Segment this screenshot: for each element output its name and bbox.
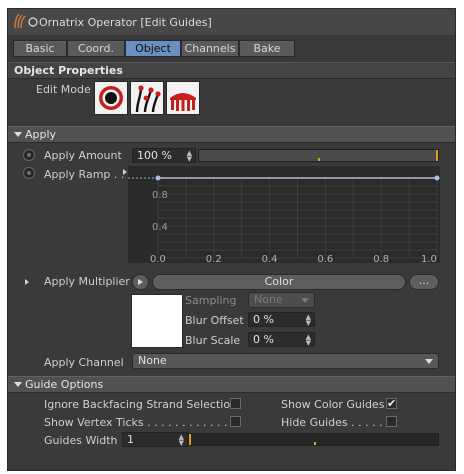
spinner-arrows-icon[interactable]: ▲ ▼	[179, 434, 184, 447]
play-icon	[138, 279, 143, 285]
apply-amount-slider[interactable]	[198, 149, 439, 162]
apply-ramp-label: Apply Ramp . .	[44, 168, 125, 181]
chevron-down-icon	[425, 359, 433, 364]
ramp-x-tick-label: 0.4	[262, 254, 278, 263]
apply-multiplier-label: Apply Multiplier	[44, 275, 130, 288]
window-title: Ornatrix Operator [Edit Guides]	[39, 16, 212, 29]
slider-handle[interactable]	[436, 150, 438, 161]
hide-guides-checkbox[interactable]	[386, 416, 397, 427]
sampling-label: Sampling	[185, 294, 237, 307]
edit-mode-label: Edit Mode	[36, 83, 91, 96]
slider-tick-marker	[318, 158, 320, 161]
tab-bake[interactable]: Bake	[239, 40, 295, 57]
guides-width-label: Guides Width	[44, 434, 118, 447]
blur-offset-value: 0 %	[253, 313, 274, 326]
apply-channel-dropdown[interactable]: None	[132, 353, 439, 369]
ramp-y-tick-label: 0.8	[152, 190, 168, 201]
spinner-arrows-icon[interactable]: ▲ ▼	[187, 150, 192, 163]
title-bar: Ornatrix Operator [Edit Guides]	[8, 9, 455, 35]
blur-offset-field[interactable]: 0 % ▲ ▼	[248, 312, 315, 327]
comb-icon	[170, 93, 196, 111]
show-vertex-ticks-label: Show Vertex Ticks . . . . . . . . . . . …	[44, 416, 234, 429]
ornatrix-logo-icon	[14, 13, 26, 29]
ramp-expand-arrow-icon[interactable]	[123, 169, 127, 175]
guides-width-slider[interactable]	[188, 433, 439, 446]
ramp-x-tick-label: 1.0	[421, 254, 437, 263]
edit-mode-strand-button[interactable]	[130, 81, 164, 115]
checkmark-icon: ✔	[387, 397, 397, 410]
multiplier-expand-arrow-icon[interactable]	[25, 279, 29, 285]
ramp-x-tick-label: 0.8	[373, 254, 389, 263]
collapse-triangle-icon	[14, 132, 22, 137]
ramp-x-tick-label: 0.0	[150, 254, 166, 263]
apply-channel-label: Apply Channel	[44, 356, 124, 369]
ramp-knot-point	[155, 175, 161, 181]
sampling-value: None	[254, 293, 283, 306]
ornatrix-operator-window: Ornatrix Operator [Edit Guides] Basic Co…	[7, 8, 456, 471]
multiplier-more-button[interactable]: ...	[409, 274, 439, 290]
blur-scale-label: Blur Scale	[185, 334, 241, 347]
edit-mode-comb-button[interactable]	[166, 81, 200, 115]
show-vertex-ticks-checkbox[interactable]	[230, 416, 241, 427]
hide-guides-label: Hide Guides . . . . .	[281, 416, 383, 429]
apply-section-title: Apply	[25, 128, 57, 141]
spinner-arrows-icon[interactable]: ▲ ▼	[306, 314, 311, 327]
show-color-guides-label: Show Color Guides	[281, 398, 385, 411]
circle-icon	[28, 17, 38, 27]
object-properties-title: Object Properties	[14, 64, 123, 77]
object-properties-header: Object Properties	[8, 62, 455, 79]
apply-section-header[interactable]: Apply	[8, 126, 455, 143]
spinner-arrows-icon[interactable]: ▲ ▼	[306, 334, 311, 347]
tab-basic[interactable]: Basic	[13, 40, 67, 57]
apply-amount-value: 100 %	[137, 149, 172, 162]
guides-width-field[interactable]: 1 ▲ ▼	[122, 432, 188, 447]
apply-amount-animate-button[interactable]	[23, 149, 35, 161]
tab-channels[interactable]: Channels	[181, 40, 239, 57]
ignore-backfacing-label: Ignore Backfacing Strand Selection	[44, 398, 238, 411]
ramp-y-tick-label: 0.4	[152, 222, 168, 233]
apply-ramp-graph[interactable]: 0.8 0.4 0.0 0.2 0.4 0.6 0.8 1.0	[128, 166, 440, 263]
guide-options-title: Guide Options	[25, 378, 104, 391]
ramp-knot-point	[434, 175, 440, 181]
sampling-dropdown[interactable]: None	[248, 292, 315, 308]
tab-coord[interactable]: Coord.	[67, 40, 125, 57]
multiplier-color-button[interactable]: Color	[152, 274, 406, 290]
show-color-guides-checkbox[interactable]: ✔	[386, 398, 397, 409]
tab-object[interactable]: Object	[125, 40, 181, 57]
guide-options-header[interactable]: Guide Options	[8, 376, 455, 393]
slider-handle[interactable]	[189, 434, 191, 445]
blur-scale-value: 0 %	[253, 333, 274, 346]
slider-tick-marker	[314, 442, 316, 445]
blur-offset-label: Blur Offset	[185, 314, 244, 327]
strand-points-icon	[135, 85, 161, 113]
multiplier-play-button[interactable]	[132, 274, 149, 290]
apply-ramp-animate-button[interactable]	[23, 167, 35, 179]
collapse-triangle-icon	[14, 382, 22, 387]
ignore-backfacing-checkbox[interactable]	[230, 398, 241, 409]
apply-amount-field[interactable]: 100 % ▲ ▼	[132, 148, 196, 163]
guides-width-value: 1	[127, 433, 134, 446]
blur-scale-field[interactable]: 0 % ▲ ▼	[248, 332, 315, 347]
target-icon	[99, 86, 123, 110]
apply-channel-value: None	[138, 354, 167, 367]
chevron-down-icon	[301, 298, 309, 303]
apply-amount-label: Apply Amount	[44, 149, 122, 162]
edit-mode-target-button[interactable]	[94, 81, 128, 115]
ramp-x-tick-label: 0.6	[317, 254, 333, 263]
ramp-x-tick-label: 0.2	[206, 254, 222, 263]
color-swatch[interactable]	[131, 294, 183, 348]
